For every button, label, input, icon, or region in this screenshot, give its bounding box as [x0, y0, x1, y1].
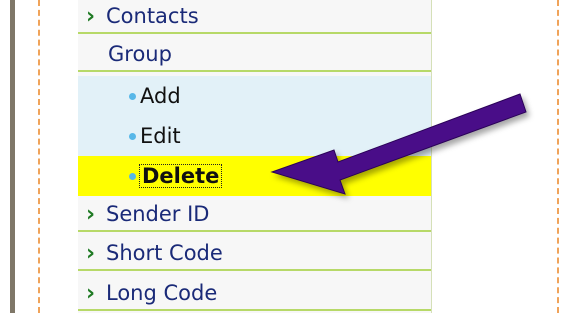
pointer-arrow-icon [270, 93, 527, 195]
